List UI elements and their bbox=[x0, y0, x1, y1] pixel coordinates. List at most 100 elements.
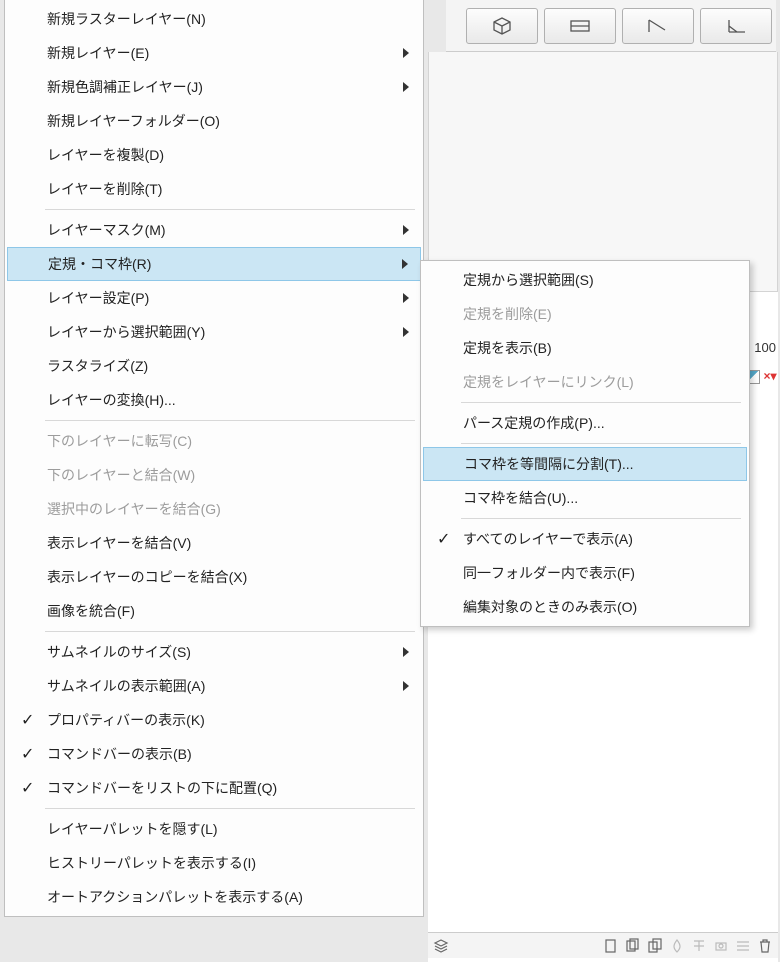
cube-icon[interactable] bbox=[466, 8, 538, 44]
close-icon[interactable]: ×▾ bbox=[762, 370, 778, 384]
menu-item-label: サムネイルの表示範囲(A) bbox=[47, 676, 205, 696]
menu-item-label: コマンドバーをリストの下に配置(Q) bbox=[47, 778, 277, 798]
layer-menu-item[interactable]: 画像を統合(F) bbox=[7, 594, 421, 628]
ruler-submenu-item[interactable]: 同一フォルダー内で表示(F) bbox=[423, 556, 747, 590]
layer-context-menu: 新規ラスターレイヤー(N) 新規レイヤー(E) 新規色調補正レイヤー(J) 新規レイヤ… bbox=[4, 0, 424, 917]
menu-item-label: ヒストリーパレットを表示する(I) bbox=[47, 853, 256, 873]
check-icon: ✓ bbox=[21, 744, 34, 764]
panel-bg bbox=[428, 52, 778, 292]
circle-icon bbox=[712, 937, 730, 955]
copy-icon[interactable] bbox=[646, 937, 664, 955]
ruler-submenu-item[interactable]: コマ枠を結合(U)... bbox=[423, 481, 747, 515]
ruler-submenu-item[interactable]: 定規から選択範囲(S) bbox=[423, 263, 747, 297]
docs-icon[interactable] bbox=[624, 937, 642, 955]
menu-item-label: 下のレイヤーに転写(C) bbox=[47, 431, 192, 451]
menu-item-label: すべてのレイヤーで表示(A) bbox=[463, 529, 633, 549]
menu-item-label: レイヤーを複製(D) bbox=[47, 145, 164, 165]
trash-icon[interactable] bbox=[756, 937, 774, 955]
layer-menu-item[interactable]: 表示レイヤーのコピーを結合(X) bbox=[7, 560, 421, 594]
menu-item-label: レイヤーパレットを隠す(L) bbox=[47, 819, 218, 839]
menu-separator bbox=[461, 443, 741, 444]
ruler-submenu-item[interactable]: ✓ すべてのレイヤーで表示(A) bbox=[423, 522, 747, 556]
layer-menu-item[interactable]: レイヤー設定(P) bbox=[7, 281, 421, 315]
menu-item-label: サムネイルのサイズ(S) bbox=[47, 642, 191, 662]
check-icon: ✓ bbox=[21, 710, 34, 730]
layer-menu-item[interactable]: レイヤーマスク(M) bbox=[7, 213, 421, 247]
submenu-arrow-icon bbox=[403, 681, 409, 691]
layer-menu-item[interactable]: ラスタライズ(Z) bbox=[7, 349, 421, 383]
ruler-submenu-item[interactable]: パース定規の作成(P)... bbox=[423, 406, 747, 440]
menu-separator bbox=[461, 402, 741, 403]
angle-icon[interactable] bbox=[700, 8, 772, 44]
menu-item-label: コマ枠を結合(U)... bbox=[463, 488, 578, 508]
layer-menu-item[interactable]: 新規色調補正レイヤー(J) bbox=[7, 70, 421, 104]
new-doc-icon[interactable] bbox=[602, 937, 620, 955]
layer-menu-item[interactable]: サムネイルの表示範囲(A) bbox=[7, 669, 421, 703]
layer-menu-item[interactable]: レイヤーから選択範囲(Y) bbox=[7, 315, 421, 349]
submenu-arrow-icon bbox=[403, 225, 409, 235]
menu-item-label: 定規をレイヤーにリンク(L) bbox=[463, 372, 634, 392]
layers-icon[interactable] bbox=[432, 937, 450, 955]
menu-item-label: 新規色調補正レイヤー(J) bbox=[47, 77, 203, 97]
layer-menu-item[interactable]: ✓プロパティバーの表示(K) bbox=[7, 703, 421, 737]
ruler-submenu-item[interactable]: 定規を表示(B) bbox=[423, 331, 747, 365]
menu-separator bbox=[45, 631, 415, 632]
menu-item-label: パース定規の作成(P)... bbox=[463, 413, 605, 433]
layer-menu-item: 選択中のレイヤーを結合(G) bbox=[7, 492, 421, 526]
menu-item-label: 選択中のレイヤーを結合(G) bbox=[47, 499, 221, 519]
layer-menu-item[interactable]: レイヤーを削除(T) bbox=[7, 172, 421, 206]
top-toolbar bbox=[446, 0, 776, 52]
menu-item-label: 画像を統合(F) bbox=[47, 601, 135, 621]
menu-item-label: レイヤーの変換(H)... bbox=[47, 390, 176, 410]
menu-item-label: 定規を削除(E) bbox=[463, 304, 552, 324]
menu-item-label: 表示レイヤーのコピーを結合(X) bbox=[47, 567, 247, 587]
menu-item-label: 同一フォルダー内で表示(F) bbox=[463, 563, 635, 583]
ruler-icon[interactable] bbox=[622, 8, 694, 44]
merge-icon bbox=[690, 937, 708, 955]
layer-menu-item: 下のレイヤーと結合(W) bbox=[7, 458, 421, 492]
submenu-arrow-icon bbox=[403, 647, 409, 657]
menu-item-label: 定規を表示(B) bbox=[463, 338, 552, 358]
drop-icon bbox=[668, 937, 686, 955]
menu-item-label: 定規から選択範囲(S) bbox=[463, 270, 594, 290]
submenu-arrow-icon bbox=[403, 293, 409, 303]
layer-menu-item[interactable]: 新規レイヤーフォルダー(O) bbox=[7, 104, 421, 138]
submenu-arrow-icon bbox=[402, 259, 408, 269]
menu-item-label: コマ枠を等間隔に分割(T)... bbox=[464, 454, 634, 474]
menu-item-label: コマンドバーの表示(B) bbox=[47, 744, 192, 764]
rect-icon[interactable] bbox=[544, 8, 616, 44]
menu-item-label: 新規レイヤーフォルダー(O) bbox=[47, 111, 220, 131]
check-icon: ✓ bbox=[21, 778, 34, 798]
check-icon: ✓ bbox=[437, 529, 450, 549]
lines-icon bbox=[734, 937, 752, 955]
menu-item-label: 新規レイヤー(E) bbox=[47, 43, 149, 63]
layer-menu-item[interactable]: 定規・コマ枠(R) bbox=[7, 247, 421, 281]
layer-menu-item[interactable]: レイヤーパレットを隠す(L) bbox=[7, 812, 421, 846]
menu-separator bbox=[45, 209, 415, 210]
ruler-submenu-item: 定規を削除(E) bbox=[423, 297, 747, 331]
layer-menu-item[interactable]: サムネイルのサイズ(S) bbox=[7, 635, 421, 669]
bottom-command-bar bbox=[428, 932, 778, 958]
menu-item-label: オートアクションパレットを表示する(A) bbox=[47, 887, 303, 907]
ruler-submenu-item[interactable]: 編集対象のときのみ表示(O) bbox=[423, 590, 747, 624]
menu-item-label: 下のレイヤーと結合(W) bbox=[47, 465, 195, 485]
layer-menu-item: 下のレイヤーに転写(C) bbox=[7, 424, 421, 458]
layer-menu-item[interactable]: 新規ラスターレイヤー(N) bbox=[7, 2, 421, 36]
ruler-submenu-item[interactable]: コマ枠を等間隔に分割(T)... bbox=[423, 447, 747, 481]
menu-item-label: ラスタライズ(Z) bbox=[47, 356, 148, 376]
menu-item-label: 編集対象のときのみ表示(O) bbox=[463, 597, 637, 617]
submenu-arrow-icon bbox=[403, 82, 409, 92]
layer-menu-item[interactable]: ✓ コマンドバーの表示(B) bbox=[7, 737, 421, 771]
menu-item-label: 定規・コマ枠(R) bbox=[48, 254, 151, 274]
menu-separator bbox=[45, 420, 415, 421]
layer-menu-item[interactable]: 表示レイヤーを結合(V) bbox=[7, 526, 421, 560]
menu-item-label: 新規ラスターレイヤー(N) bbox=[47, 9, 206, 29]
menu-separator bbox=[461, 518, 741, 519]
layer-menu-item[interactable]: ヒストリーパレットを表示する(I) bbox=[7, 846, 421, 880]
layer-menu-item[interactable]: ✓ コマンドバーをリストの下に配置(Q) bbox=[7, 771, 421, 805]
layer-menu-item[interactable]: レイヤーの変換(H)... bbox=[7, 383, 421, 417]
layer-menu-item[interactable]: レイヤーを複製(D) bbox=[7, 138, 421, 172]
layer-menu-item[interactable]: オートアクションパレットを表示する(A) bbox=[7, 880, 421, 914]
layer-menu-item[interactable]: 新規レイヤー(E) bbox=[7, 36, 421, 70]
submenu-arrow-icon bbox=[403, 327, 409, 337]
